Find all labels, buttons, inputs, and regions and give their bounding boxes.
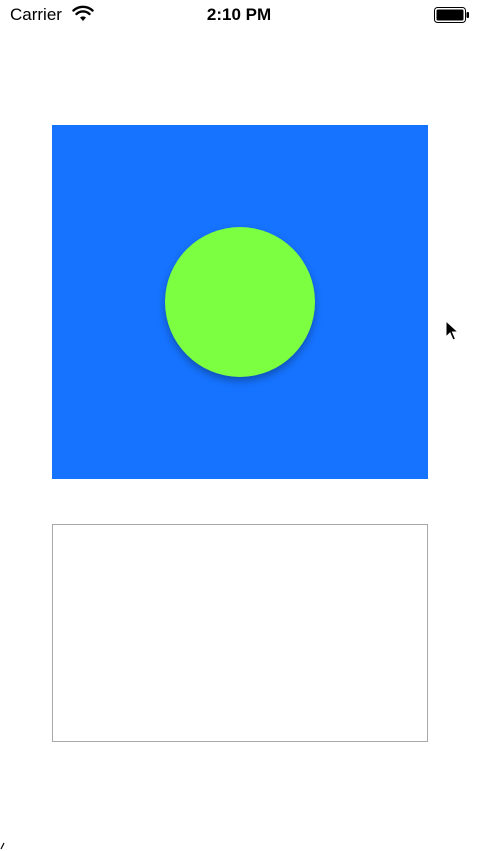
battery-icon [434, 7, 469, 23]
green-circle-view[interactable] [165, 227, 315, 377]
blue-container-view [52, 125, 428, 479]
empty-bordered-view [52, 524, 428, 742]
corner-mark-icon [0, 842, 5, 850]
mouse-pointer-icon [445, 320, 459, 341]
status-time: 2:10 PM [206, 5, 272, 24]
status-bar: Carrier 2:10 PM [0, 0, 478, 32]
